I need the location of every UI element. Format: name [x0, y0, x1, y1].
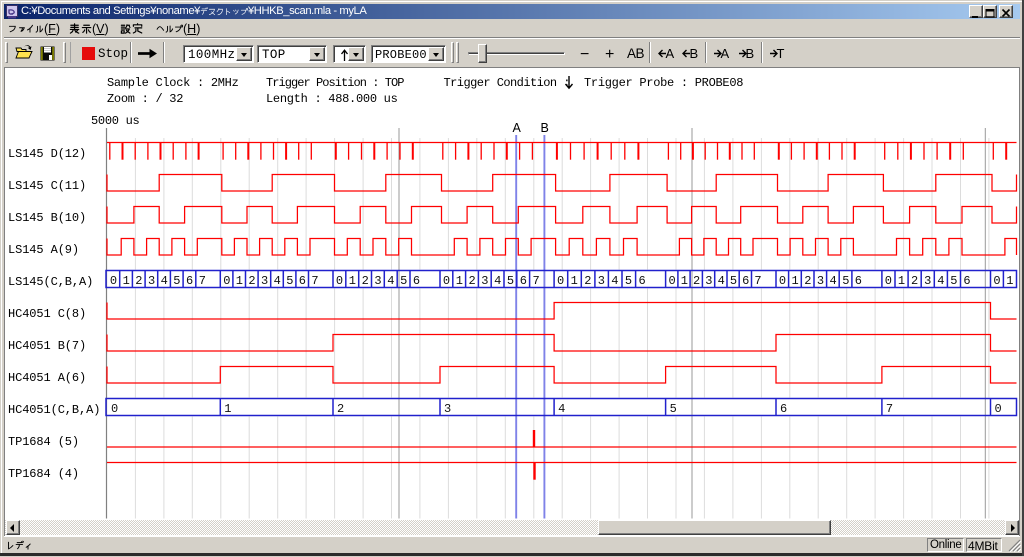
svg-text:3: 3 — [261, 274, 268, 288]
svg-text:2: 2 — [584, 274, 591, 288]
svg-text:5: 5 — [507, 274, 514, 288]
svg-text:6: 6 — [186, 274, 193, 288]
svg-text:3: 3 — [598, 274, 605, 288]
svg-text:7: 7 — [311, 274, 318, 288]
svg-text:6: 6 — [963, 274, 970, 288]
svg-text:2: 2 — [362, 274, 369, 288]
svg-text:1: 1 — [791, 274, 798, 288]
svg-text:6: 6 — [780, 402, 787, 416]
svg-text:3: 3 — [444, 402, 451, 416]
svg-text:0: 0 — [110, 274, 117, 288]
svg-text:4: 4 — [387, 274, 394, 288]
svg-text:4: 4 — [161, 274, 168, 288]
svg-text:5: 5 — [400, 274, 407, 288]
svg-text:2: 2 — [135, 274, 142, 288]
svg-text:7: 7 — [886, 402, 893, 416]
svg-text:3: 3 — [817, 274, 824, 288]
svg-text:3: 3 — [705, 274, 712, 288]
svg-text:0: 0 — [111, 402, 118, 416]
svg-text:6: 6 — [855, 274, 862, 288]
svg-text:2: 2 — [804, 274, 811, 288]
svg-text:2: 2 — [693, 274, 700, 288]
svg-text:2: 2 — [468, 274, 475, 288]
svg-text:3: 3 — [374, 274, 381, 288]
svg-text:1: 1 — [224, 402, 231, 416]
svg-text:4: 4 — [611, 274, 618, 288]
svg-text:4: 4 — [718, 274, 725, 288]
svg-text:0: 0 — [995, 402, 1002, 416]
svg-text:7: 7 — [199, 274, 206, 288]
svg-text:6: 6 — [638, 274, 645, 288]
svg-text:0: 0 — [779, 274, 786, 288]
svg-text:5: 5 — [730, 274, 737, 288]
svg-text:1: 1 — [571, 274, 578, 288]
svg-text:3: 3 — [924, 274, 931, 288]
svg-text:3: 3 — [481, 274, 488, 288]
svg-text:1: 1 — [898, 274, 905, 288]
svg-text:6: 6 — [520, 274, 527, 288]
svg-text:0: 0 — [885, 274, 892, 288]
svg-text:2: 2 — [911, 274, 918, 288]
svg-text:0: 0 — [668, 274, 675, 288]
svg-text:7: 7 — [754, 274, 761, 288]
svg-text:2: 2 — [337, 402, 344, 416]
svg-text:5: 5 — [950, 274, 957, 288]
svg-text:1: 1 — [349, 274, 356, 288]
svg-text:1: 1 — [123, 274, 130, 288]
svg-text:1: 1 — [236, 274, 243, 288]
svg-text:5: 5 — [173, 274, 180, 288]
svg-text:1: 1 — [681, 274, 688, 288]
svg-text:0: 0 — [223, 274, 230, 288]
svg-text:0: 0 — [557, 274, 564, 288]
svg-text:5: 5 — [286, 274, 293, 288]
svg-text:4: 4 — [274, 274, 281, 288]
svg-text:1: 1 — [456, 274, 463, 288]
svg-text:4: 4 — [937, 274, 944, 288]
svg-text:5: 5 — [625, 274, 632, 288]
svg-text:4: 4 — [829, 274, 836, 288]
svg-text:6: 6 — [299, 274, 306, 288]
svg-text:0: 0 — [443, 274, 450, 288]
svg-text:4: 4 — [494, 274, 501, 288]
svg-text:1: 1 — [1006, 274, 1013, 288]
svg-text:5: 5 — [842, 274, 849, 288]
svg-text:5: 5 — [670, 402, 677, 416]
svg-text:0: 0 — [336, 274, 343, 288]
svg-text:4: 4 — [558, 402, 565, 416]
svg-text:6: 6 — [413, 274, 420, 288]
svg-text:7: 7 — [532, 274, 539, 288]
svg-text:0: 0 — [993, 274, 1000, 288]
svg-text:6: 6 — [742, 274, 749, 288]
svg-text:2: 2 — [248, 274, 255, 288]
svg-text:3: 3 — [148, 274, 155, 288]
